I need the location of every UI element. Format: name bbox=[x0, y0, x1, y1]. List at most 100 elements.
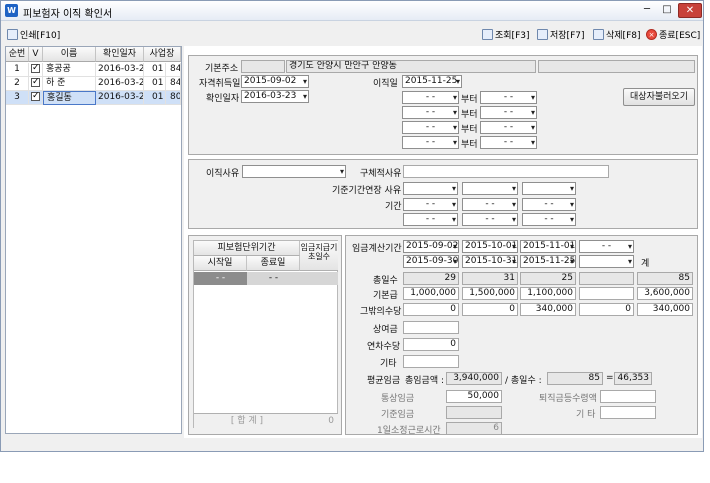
row-name[interactable]: 하 준 bbox=[43, 77, 96, 91]
period-to-1[interactable]: - - bbox=[403, 213, 458, 226]
confirm-date-picker[interactable]: 2016-03-23 bbox=[241, 90, 309, 103]
minimize-button[interactable]: ─ bbox=[637, 3, 657, 18]
date-from-3[interactable]: - - bbox=[402, 121, 459, 134]
address-detail-field[interactable] bbox=[538, 60, 695, 73]
row-checkbox[interactable] bbox=[29, 77, 43, 91]
extend-reason-1[interactable] bbox=[403, 182, 458, 195]
wage-start-2[interactable]: 2015-10-01 bbox=[462, 240, 518, 253]
row-no: 2 bbox=[6, 77, 29, 91]
row-date[interactable]: 2016-03-23 bbox=[96, 91, 144, 105]
base-pay-2[interactable]: 1,500,000 bbox=[462, 287, 518, 300]
grid-header-no[interactable]: 순번 bbox=[6, 47, 29, 62]
grid-header-site[interactable]: 사업장 bbox=[144, 47, 181, 62]
address-label: 기본주소 bbox=[205, 64, 239, 74]
title-bar: W 피보험자 이직 확인서 ─ □ ✕ bbox=[1, 1, 703, 21]
delete-button[interactable]: 삭제[F8] bbox=[593, 27, 641, 41]
days-2: 31 bbox=[462, 272, 518, 285]
date-to-4[interactable]: - - bbox=[480, 136, 537, 149]
other-allowance-3[interactable]: 340,000 bbox=[520, 303, 576, 316]
other-allowance-label: 그밖의수당 bbox=[360, 307, 402, 317]
detail-reason-field[interactable] bbox=[403, 165, 609, 178]
acq-date-label: 자격취득일 bbox=[199, 79, 241, 89]
grid-header-name[interactable]: 이름 bbox=[43, 47, 96, 62]
row-date[interactable]: 2016-03-23 bbox=[96, 77, 144, 91]
grid-header-date[interactable]: 확인일자 bbox=[96, 47, 144, 62]
row-checkbox[interactable] bbox=[29, 91, 43, 105]
row-site[interactable]: 01 bbox=[144, 91, 166, 105]
etc-field[interactable] bbox=[403, 355, 459, 368]
work-hours-field[interactable]: 6 bbox=[446, 422, 502, 435]
annual-leave-field[interactable]: 0 bbox=[403, 338, 459, 351]
leave-date-picker[interactable]: 2015-11-25 bbox=[402, 75, 462, 88]
close-window-button[interactable]: ✕ bbox=[678, 3, 702, 18]
avg-wage-label: 평균임금 bbox=[367, 376, 401, 386]
other-allowance-2[interactable]: 0 bbox=[462, 303, 518, 316]
base-pay-3[interactable]: 1,100,000 bbox=[520, 287, 576, 300]
wage-end-4[interactable] bbox=[579, 255, 634, 268]
base-pay-4[interactable] bbox=[579, 287, 634, 300]
wage-end-1[interactable]: 2015-09-30 bbox=[403, 255, 459, 268]
period-to-3[interactable]: - - bbox=[522, 213, 576, 226]
days-1: 29 bbox=[403, 272, 459, 285]
row-name[interactable]: 홍공공 bbox=[43, 63, 96, 77]
row-extra[interactable]: 80 bbox=[166, 91, 181, 105]
base-pay-total: 3,600,000 bbox=[637, 287, 693, 300]
avg-wage-value: 46,353 bbox=[614, 372, 652, 385]
date-to-1[interactable]: - - bbox=[480, 91, 537, 104]
other-allowance-1[interactable]: 0 bbox=[403, 303, 459, 316]
standard-wage-field[interactable] bbox=[446, 406, 502, 419]
other-allowance-4[interactable]: 0 bbox=[579, 303, 634, 316]
wage-start-4[interactable]: - - bbox=[579, 240, 634, 253]
extend-reason-2[interactable] bbox=[462, 182, 518, 195]
save-button[interactable]: 저장[F7] bbox=[537, 27, 585, 41]
employee-grid[interactable]: 순번 V 이름 확인일자 사업장 1 홍공공 2016-03-23 01 84 … bbox=[5, 46, 182, 434]
normal-wage-field[interactable]: 50,000 bbox=[446, 390, 502, 403]
period-from-1[interactable]: - - bbox=[403, 198, 458, 211]
save-icon bbox=[537, 28, 548, 40]
row-checkbox[interactable] bbox=[29, 63, 43, 77]
date-from-4[interactable]: - - bbox=[402, 136, 459, 149]
period-to-2[interactable]: - - bbox=[462, 213, 518, 226]
insured-end-cell[interactable]: - - bbox=[247, 272, 300, 285]
wage-days-header: 임금지급기초일수 bbox=[300, 241, 338, 271]
acq-date-picker[interactable]: 2015-09-02 bbox=[241, 75, 309, 88]
row-date[interactable]: 2016-03-23 bbox=[96, 63, 144, 77]
other-allowance-total: 340,000 bbox=[637, 303, 693, 316]
days-total: 85 bbox=[637, 272, 693, 285]
date-to-2[interactable]: - - bbox=[480, 106, 537, 119]
date-from-2[interactable]: - - bbox=[402, 106, 459, 119]
address-field[interactable]: 경기도 안양시 만안구 안양동 bbox=[286, 60, 536, 73]
reason-dropdown[interactable] bbox=[242, 165, 346, 178]
extend-reason-label: 기준기간연장 사유 bbox=[332, 186, 402, 196]
insured-grid[interactable]: 피보험단위기간 임금지급기초일수 시작일 종료일 - - - - [ 합 계 ]… bbox=[193, 240, 338, 428]
bonus-field[interactable] bbox=[403, 321, 459, 334]
search-button[interactable]: 조회[F3] bbox=[482, 27, 530, 41]
date-to-3[interactable]: - - bbox=[480, 121, 537, 134]
period-from-2[interactable]: - - bbox=[462, 198, 518, 211]
row-extra[interactable]: 84 bbox=[166, 63, 181, 77]
wage-end-3[interactable]: 2015-11-25 bbox=[520, 255, 576, 268]
grid-header-check[interactable]: V bbox=[29, 47, 43, 62]
row-site[interactable]: 01 bbox=[144, 77, 166, 91]
zipcode-field[interactable] bbox=[241, 60, 285, 73]
period-from-3[interactable]: - - bbox=[522, 198, 576, 211]
load-target-button[interactable]: 대상자불러오기 bbox=[623, 88, 695, 106]
wage-end-2[interactable]: 2015-10-31 bbox=[462, 255, 518, 268]
extend-reason-3[interactable] bbox=[522, 182, 576, 195]
delete-label: 삭제[F8] bbox=[606, 30, 641, 41]
insured-start-cell[interactable]: - - bbox=[194, 272, 247, 285]
other-etc-field[interactable] bbox=[600, 406, 656, 419]
wage-start-3[interactable]: 2015-11-01 bbox=[520, 240, 576, 253]
base-pay-1[interactable]: 1,000,000 bbox=[403, 287, 459, 300]
severance-field[interactable] bbox=[600, 390, 656, 403]
row-site[interactable]: 01 bbox=[144, 63, 166, 77]
row-name[interactable]: 홍길동 bbox=[43, 91, 96, 105]
maximize-button[interactable]: □ bbox=[657, 3, 677, 18]
row-extra[interactable]: 84 bbox=[166, 77, 181, 91]
print-button[interactable]: 인쇄[F10] bbox=[7, 27, 60, 41]
wage-start-1[interactable]: 2015-09-02 bbox=[403, 240, 459, 253]
exit-button[interactable]: × 종료[ESC] bbox=[646, 27, 700, 41]
normal-wage-label: 통상임금 bbox=[381, 394, 415, 404]
date-from-1[interactable]: - - bbox=[402, 91, 459, 104]
insured-days-cell[interactable] bbox=[300, 272, 338, 285]
